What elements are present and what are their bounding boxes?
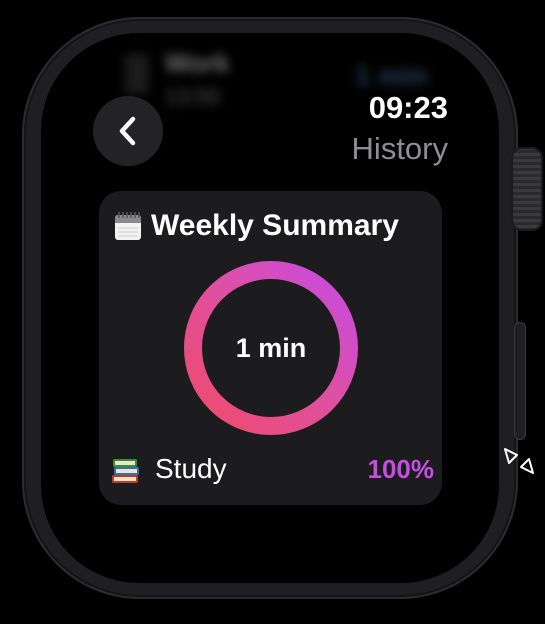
total-time-label: 1 min [235,332,307,363]
category-percent: 100% [367,453,435,484]
summary-ring: 1 min [183,260,359,436]
page-title: History [351,131,448,166]
status-time: 09:23 [368,90,448,125]
calendar-icon [115,212,141,240]
card-title: Weekly Summary [151,209,399,242]
books-icon [112,459,139,483]
category-row-study[interactable]: Study 100% [109,450,434,488]
resize-handle-icon[interactable] [503,446,537,476]
row-value: 1 min [355,60,429,91]
back-button[interactable] [93,96,163,166]
digital-crown[interactable] [511,147,543,231]
row-title: Work [165,48,230,78]
row-subtitle: 13:50 [165,84,221,109]
weekly-summary-card: Weekly Summary 1 min Study 100% [99,191,442,505]
watch-simulator: Work 13:50 1 min 09:23 History Weekly Su… [0,0,545,624]
card-header: Weekly Summary [113,209,399,243]
side-button[interactable] [514,322,526,440]
row-thumbnail [125,54,149,94]
chevron-left-icon [119,116,136,146]
category-label: Study [155,453,227,484]
